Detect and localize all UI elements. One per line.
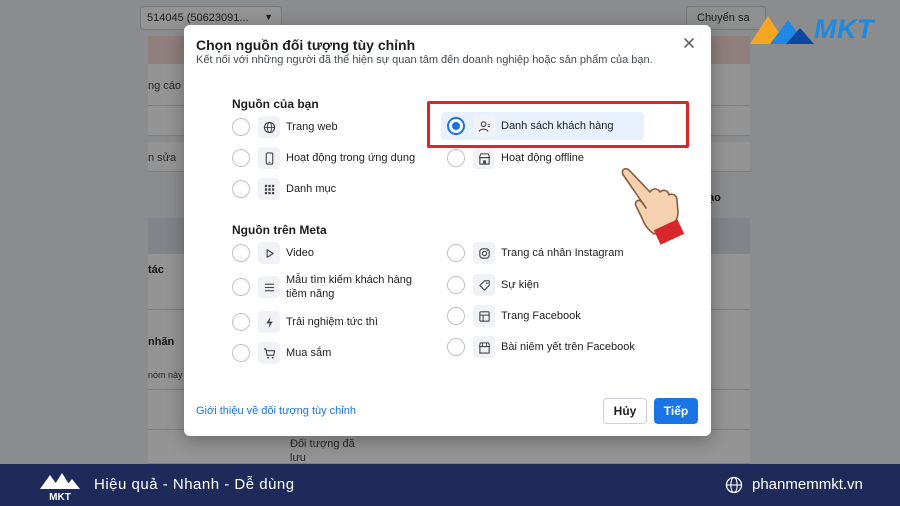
option-label: Danh mục [286,183,337,195]
option-offline-activity[interactable]: Hoạt động offline [441,144,641,172]
option-label: Hoạt động offline [501,152,584,164]
radio-button[interactable] [232,180,250,198]
banner-logo: MKT [38,467,82,503]
option-label: Hoạt động trong ứng dụng [286,152,416,164]
dialog-subtitle: Kết nối với những người đã thể hiện sự q… [196,54,653,66]
option-label: Trang Facebook [501,310,581,322]
option-instagram-profile[interactable]: Trang cá nhân Instagram [441,239,641,267]
option-label: Sự kiện [501,279,539,291]
radio-button[interactable] [232,149,250,167]
next-button[interactable]: Tiếp [654,398,698,424]
option-label: Video [286,247,314,259]
shop-icon [473,336,495,358]
option-events[interactable]: Sự kiện [441,271,641,299]
option-label: Bài niêm yết trên Facebook [501,341,635,353]
banner-logo-text: MKT [49,492,71,503]
option-label: Trải nghiệm tức thì [286,316,378,328]
option-lead-form[interactable]: Mẫu tìm kiếm khách hàng tiềm năng [226,271,426,303]
section-title-your-sources: Nguồn của bạn [232,97,319,111]
dialog-title: Chọn nguồn đối tượng tùy chỉnh [196,37,416,53]
option-label: Trang cá nhân Instagram [501,247,624,259]
highlight-annotation [427,101,689,148]
close-icon[interactable] [681,35,697,51]
cancel-button[interactable]: Hủy [603,398,647,424]
radio-button[interactable] [447,149,465,167]
option-shopping[interactable]: Mua sắm [226,339,426,367]
option-facebook-listings[interactable]: Bài niêm yết trên Facebook [441,333,671,361]
logo-text: MKT [814,14,874,44]
option-website[interactable]: Trang web [226,113,426,141]
radio-button[interactable] [232,344,250,362]
mkt-mountain-icon: MKT [40,473,80,503]
radio-button[interactable] [447,338,465,356]
tag-icon [473,274,495,296]
mkt-logo: MKT [748,10,888,50]
radio-button[interactable] [232,278,250,296]
radio-button[interactable] [232,313,250,331]
learn-more-link[interactable]: Giới thiệu về đối tượng tùy chỉnh [196,405,356,417]
section-title-meta-sources: Nguồn trên Meta [232,223,327,237]
store-icon [473,147,495,169]
bolt-icon [258,311,280,333]
play-icon [258,242,280,264]
option-label: Mẫu tìm kiếm khách hàng tiềm năng [286,274,412,300]
radio-button[interactable] [447,244,465,262]
grid-icon [258,178,280,200]
banner-website[interactable]: phanmemmkt.vn [752,476,863,493]
mountain-logo-icon [750,16,814,44]
option-catalog[interactable]: Danh mục [226,175,426,203]
radio-button[interactable] [232,244,250,262]
radio-button[interactable] [232,118,250,136]
banner-slogan: Hiệu quả - Nhanh - Dễ dùng [94,476,295,493]
option-instant-experience[interactable]: Trải nghiệm tức thì [226,308,426,336]
globe-icon [258,116,280,138]
option-app-activity[interactable]: Hoạt động trong ứng dụng [226,144,436,172]
flag-icon [473,305,495,327]
radio-button[interactable] [447,276,465,294]
cart-icon [258,342,280,364]
list-icon [258,276,280,298]
globe-icon [725,476,743,494]
option-label: Mua sắm [286,347,332,359]
option-label: Trang web [286,121,338,133]
radio-button[interactable] [447,307,465,325]
phone-icon [258,147,280,169]
pointing-hand-icon [616,162,688,246]
instagram-icon [473,242,495,264]
option-facebook-page[interactable]: Trang Facebook [441,302,641,330]
footer-banner: MKT Hiệu quả - Nhanh - Dễ dùng phanmemmk… [0,464,900,506]
option-video[interactable]: Video [226,239,426,267]
